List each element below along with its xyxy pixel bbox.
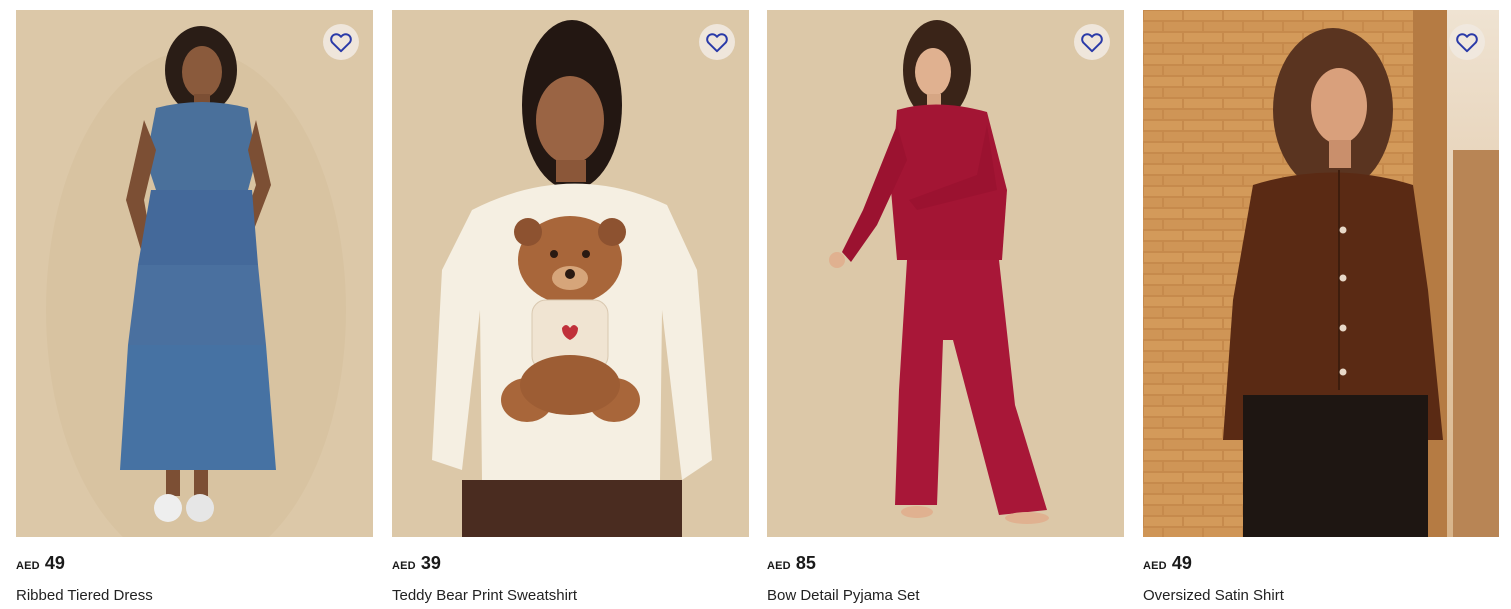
heart-outline-icon <box>706 33 728 53</box>
wishlist-button[interactable] <box>1074 24 1110 60</box>
product-image[interactable] <box>1143 10 1499 537</box>
heart-outline-icon <box>1456 33 1478 53</box>
product-photo <box>1143 10 1499 537</box>
currency-label: AED <box>392 560 416 572</box>
wishlist-button[interactable] <box>699 24 735 60</box>
price-amount: 49 <box>44 553 65 573</box>
product-photo <box>16 10 373 537</box>
product-title[interactable]: Ribbed Tiered Dress <box>16 587 153 604</box>
product-card[interactable]: AED 39 Teddy Bear Print Sweatshirt <box>392 10 749 609</box>
product-photo <box>767 10 1124 537</box>
product-title[interactable]: Oversized Satin Shirt <box>1143 587 1284 604</box>
heart-outline-icon <box>330 33 352 53</box>
price-amount: 85 <box>795 553 816 573</box>
product-image[interactable] <box>767 10 1124 537</box>
product-price: AED 85 <box>767 553 816 574</box>
product-price: AED 39 <box>392 553 441 574</box>
wishlist-button[interactable] <box>323 24 359 60</box>
product-title[interactable]: Bow Detail Pyjama Set <box>767 587 920 604</box>
price-amount: 39 <box>420 553 441 573</box>
product-card[interactable]: AED 85 Bow Detail Pyjama Set <box>767 10 1124 609</box>
product-title[interactable]: Teddy Bear Print Sweatshirt <box>392 587 577 604</box>
product-image[interactable] <box>16 10 373 537</box>
wishlist-button[interactable] <box>1449 24 1485 60</box>
price-amount: 49 <box>1171 553 1192 573</box>
currency-label: AED <box>767 560 791 572</box>
currency-label: AED <box>1143 560 1167 572</box>
product-price: AED 49 <box>16 553 65 574</box>
product-grid: AED 49 Ribbed Tiered Dress AED 39 Teddy … <box>0 0 1511 609</box>
product-card[interactable]: AED 49 Oversized Satin Shirt <box>1143 10 1499 609</box>
product-card[interactable]: AED 49 Ribbed Tiered Dress <box>16 10 373 609</box>
product-price: AED 49 <box>1143 553 1192 574</box>
heart-outline-icon <box>1081 33 1103 53</box>
product-image[interactable] <box>392 10 749 537</box>
product-photo <box>392 10 749 537</box>
currency-label: AED <box>16 560 40 572</box>
